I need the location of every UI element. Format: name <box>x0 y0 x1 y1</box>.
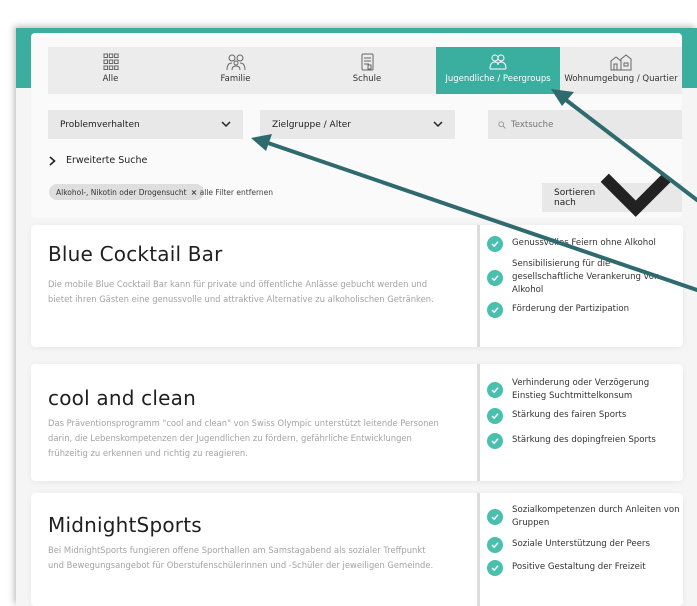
card-divider <box>477 493 480 606</box>
card-title: MidnightSports <box>48 513 202 537</box>
family-icon <box>226 54 245 71</box>
card-description: Das Präventionsprogramm "cool and clean"… <box>48 418 439 458</box>
text-search[interactable] <box>488 110 682 139</box>
goal-text: Sensibilisierung für die gesellschaftlic… <box>512 259 660 295</box>
select-label: Zielgruppe / Alter <box>272 119 351 130</box>
check-icon <box>487 382 503 398</box>
goal-text: Positive Gestaltung der Freizeit <box>512 562 646 572</box>
check-icon <box>487 509 503 525</box>
check-icon <box>487 432 503 449</box>
card-title: Blue Cocktail Bar <box>48 242 223 266</box>
advanced-search-label: Erweiterte Suche <box>66 155 148 166</box>
tab-label: Wohnumgebung / Quartier <box>564 74 678 84</box>
tab-label: Jugendliche / Peergroups <box>445 74 551 84</box>
chevron-down-icon <box>433 121 443 128</box>
advanced-search-toggle[interactable]: Erweiterte Suche <box>49 155 147 166</box>
goal-item: Förderung der Partizipation <box>487 301 682 318</box>
goal-item: Sozialkompetenzen durch Anleiten von Gru… <box>487 504 682 530</box>
youth-icon <box>489 54 507 70</box>
check-icon <box>487 536 503 553</box>
check-icon <box>487 407 503 424</box>
sort-label: Sortieren nach <box>554 187 596 208</box>
clear-all-filters-link[interactable]: × alle Filter entfernen <box>191 184 273 200</box>
tab-familie[interactable]: Familie <box>173 47 298 94</box>
goal-text: Soziale Unterstützung der Peers <box>512 539 650 549</box>
goal-list: Genussvolles Feiern ohne Alkohol Sensibi… <box>487 235 682 318</box>
goal-item: Soziale Unterstützung der Peers <box>487 536 682 553</box>
result-card[interactable]: Blue Cocktail Bar Die mobile Blue Cockta… <box>31 225 683 347</box>
goal-item: Positive Gestaltung der Freizeit <box>487 559 682 576</box>
tab-label: Familie <box>220 74 251 84</box>
goal-item: Stärkung des dopingfreien Sports <box>487 432 682 449</box>
goal-text: Förderung der Partizipation <box>512 304 630 314</box>
card-title: cool and clean <box>48 386 196 410</box>
goal-item: Stärkung des fairen Sports <box>487 407 682 424</box>
goal-text: Stärkung des fairen Sports <box>512 410 627 420</box>
goal-text: Sozialkompetenzen durch Anleiten von Gru… <box>512 505 680 528</box>
search-icon <box>498 120 506 129</box>
chevron-down-icon <box>221 121 231 128</box>
check-icon <box>487 301 503 318</box>
tab-label: Alle <box>102 74 119 84</box>
tab-wohnumgebung[interactable]: Wohnumgebung / Quartier <box>560 47 682 94</box>
card-divider <box>477 225 480 347</box>
tab-jugendliche[interactable]: Jugendliche / Peergroups <box>436 47 560 94</box>
check-icon <box>487 269 503 286</box>
goal-text: Genussvolles Feiern ohne Alkohol <box>512 238 656 248</box>
card-description: Bei MidnightSports fungieren offene Spor… <box>48 545 434 570</box>
sort-select[interactable]: Sortieren nach <box>542 174 682 218</box>
problemverhalten-select[interactable]: Problemverhalten <box>48 110 243 139</box>
search-input[interactable] <box>511 119 671 130</box>
filter-panel: Alle Familie Schule Jugendliche / Peergr… <box>31 33 682 218</box>
active-filter-chip[interactable]: Alkohol-, Nikotin oder Drogensucht × <box>49 184 204 200</box>
app-frame: Alle Familie Schule Jugendliche / Peergr… <box>16 28 697 606</box>
chip-label: Alkohol-, Nikotin oder Drogensucht <box>56 187 187 197</box>
goal-list: Verhinderung oder Verzögerung Einstieg S… <box>487 377 682 449</box>
zielgruppe-select[interactable]: Zielgruppe / Alter <box>260 110 455 139</box>
goal-item: Sensibilisierung für die gesellschaftlic… <box>487 258 682 297</box>
neighborhood-icon <box>610 54 632 71</box>
tab-alle[interactable]: Alle <box>48 47 173 94</box>
check-icon <box>487 559 503 576</box>
result-card[interactable]: cool and clean Das Präventionsprogramm "… <box>31 364 683 481</box>
school-icon <box>361 53 374 71</box>
chevron-down-icon <box>600 174 671 218</box>
tab-label: Schule <box>352 74 382 84</box>
grid-icon <box>103 53 119 70</box>
goal-text: Stärkung des dopingfreien Sports <box>512 435 656 445</box>
goal-item: Verhinderung oder Verzögerung Einstieg S… <box>487 377 682 403</box>
goal-text: Verhinderung oder Verzögerung Einstieg S… <box>512 378 650 401</box>
card-divider <box>477 364 480 481</box>
chevron-right-icon <box>49 155 56 166</box>
goal-list: Sozialkompetenzen durch Anleiten von Gru… <box>487 504 682 576</box>
goal-item: Genussvolles Feiern ohne Alkohol <box>487 235 682 252</box>
result-card[interactable]: MidnightSports Bei MidnightSports fungie… <box>31 493 683 606</box>
tab-schule[interactable]: Schule <box>298 47 436 94</box>
check-icon <box>487 235 503 252</box>
card-description: Die mobile Blue Cocktail Bar kann für pr… <box>48 279 434 304</box>
select-label: Problemverhalten <box>60 119 140 130</box>
